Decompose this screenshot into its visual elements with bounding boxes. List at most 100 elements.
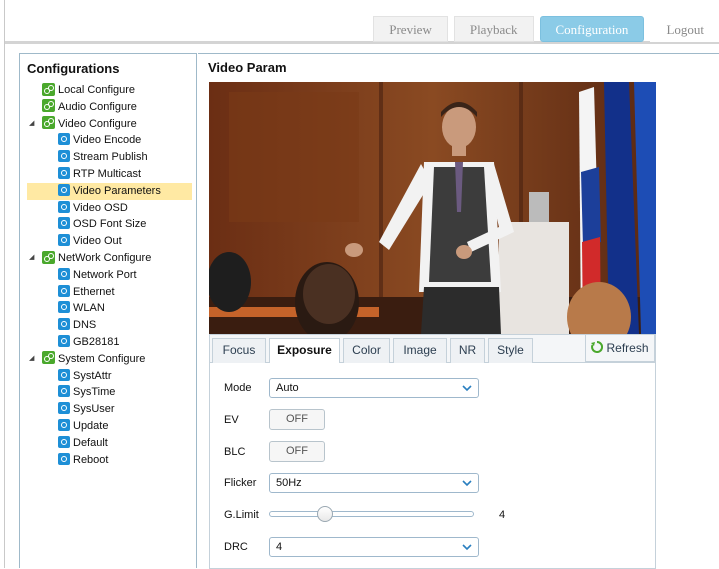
sidebar-item-label: SysTime bbox=[73, 386, 116, 399]
sidebar-item-video-out[interactable]: Video Out bbox=[20, 233, 196, 250]
nav-configuration-button[interactable]: Configuration bbox=[539, 16, 645, 42]
sidebar-item-wlan[interactable]: WLAN bbox=[20, 300, 196, 317]
sidebar-item-ethernet[interactable]: Ethernet bbox=[20, 284, 196, 301]
sidebar-item-label: Stream Publish bbox=[73, 151, 148, 164]
sidebar-item-network-configure[interactable]: ◢ NetWork Configure bbox=[20, 250, 196, 267]
blue-gear-icon bbox=[58, 368, 70, 381]
expand-toggle-icon[interactable]: ◢ bbox=[29, 250, 34, 267]
mode-label: Mode bbox=[224, 382, 252, 394]
nav-logout-button[interactable]: Logout bbox=[650, 16, 719, 42]
sidebar-item-label: Network Port bbox=[73, 268, 137, 281]
sidebar-item-osd-font-size[interactable]: OSD Font Size bbox=[20, 216, 196, 233]
sidebar-item-gb28181[interactable]: GB28181 bbox=[20, 334, 196, 351]
sidebar-item-stream-publish[interactable]: Stream Publish bbox=[20, 149, 196, 166]
glimit-value: 4 bbox=[499, 509, 506, 521]
sidebar-item-reboot[interactable]: Reboot bbox=[20, 452, 196, 469]
sidebar-item-label: OSD Font Size bbox=[73, 218, 147, 231]
sidebar-item-video-configure[interactable]: ◢ Video Configure bbox=[20, 116, 196, 133]
mode-select[interactable]: Auto bbox=[269, 378, 479, 398]
sidebar-item-systime[interactable]: SysTime bbox=[20, 384, 196, 401]
drc-value: 4 bbox=[276, 541, 283, 553]
video-preview bbox=[209, 82, 656, 334]
blue-gear-icon bbox=[58, 150, 70, 163]
app-frame: Preview Playback Configuration Logout Co… bbox=[4, 0, 719, 569]
expand-toggle-icon[interactable]: ◢ bbox=[29, 351, 34, 368]
glimit-label: G.Limit bbox=[224, 509, 259, 521]
tab-style[interactable]: Style bbox=[488, 338, 533, 363]
sidebar-item-local-configure[interactable]: Local Configure bbox=[20, 82, 196, 99]
nav-playback-button[interactable]: Playback bbox=[453, 16, 534, 42]
sidebar-item-label: NetWork Configure bbox=[58, 251, 152, 264]
nav-preview-button[interactable]: Preview bbox=[373, 16, 448, 42]
chevron-down-icon bbox=[462, 480, 472, 487]
green-gear-icon bbox=[42, 82, 55, 96]
tab-exposure[interactable]: Exposure bbox=[269, 338, 340, 364]
sidebar-item-label: Video OSD bbox=[73, 201, 128, 214]
refresh-label: Refresh bbox=[606, 341, 649, 355]
blue-gear-icon bbox=[58, 335, 70, 348]
refresh-icon bbox=[591, 341, 604, 354]
sidebar-item-default[interactable]: Default bbox=[20, 435, 196, 452]
sidebar-item-network-port[interactable]: Network Port bbox=[20, 267, 196, 284]
sidebar-item-label: Video Configure bbox=[58, 117, 137, 130]
chevron-down-icon bbox=[462, 385, 472, 392]
tab-color[interactable]: Color bbox=[343, 338, 390, 363]
flicker-select[interactable]: 50Hz bbox=[269, 473, 479, 493]
sidebar-item-video-parameters[interactable]: Video Parameters bbox=[27, 182, 192, 200]
sidebar-item-label: Reboot bbox=[73, 453, 109, 466]
sidebar-item-update[interactable]: Update bbox=[20, 418, 196, 435]
glimit-slider-handle[interactable] bbox=[317, 506, 334, 522]
tab-nr[interactable]: NR bbox=[450, 338, 485, 363]
sidebar-item-systattr[interactable]: SystAttr bbox=[20, 368, 196, 385]
green-gear-icon bbox=[42, 116, 55, 130]
mode-value: Auto bbox=[276, 382, 299, 394]
sidebar-item-audio-configure[interactable]: Audio Configure bbox=[20, 99, 196, 116]
sidebar-item-sysuser[interactable]: SysUser bbox=[20, 401, 196, 418]
blue-gear-icon bbox=[58, 217, 70, 230]
blue-gear-icon bbox=[58, 133, 70, 146]
ev-toggle-button[interactable]: OFF bbox=[269, 409, 325, 430]
video-param-tabs: Focus Exposure Color Image NR Style Refr… bbox=[209, 334, 656, 364]
sidebar-item-label: GB28181 bbox=[73, 335, 120, 348]
glimit-slider[interactable] bbox=[269, 506, 474, 522]
sidebar-item-label: Default bbox=[73, 436, 108, 449]
refresh-button[interactable]: Refresh bbox=[585, 334, 655, 362]
exposure-panel: Mode Auto EV OFF BLC OFF Flicker 50Hz G.… bbox=[209, 363, 656, 569]
sidebar-item-label: Ethernet bbox=[73, 285, 115, 298]
flicker-value: 50Hz bbox=[276, 477, 302, 489]
green-gear-icon bbox=[42, 99, 55, 113]
blue-gear-icon bbox=[58, 183, 70, 196]
sidebar-title: Configurations bbox=[27, 61, 120, 76]
blue-gear-icon bbox=[58, 234, 70, 247]
sidebar-item-label: SysUser bbox=[73, 403, 115, 416]
config-sidebar: Configurations Local Configure Audio Conf… bbox=[19, 53, 197, 568]
tab-focus[interactable]: Focus bbox=[212, 338, 266, 363]
flicker-label: Flicker bbox=[224, 477, 257, 489]
sidebar-item-label: Video Out bbox=[73, 235, 122, 248]
green-gear-icon bbox=[42, 351, 55, 365]
blue-gear-icon bbox=[58, 385, 70, 398]
blue-gear-icon bbox=[58, 267, 70, 280]
sidebar-item-video-osd[interactable]: Video OSD bbox=[20, 200, 196, 217]
sidebar-item-label: DNS bbox=[73, 319, 97, 332]
sidebar-item-label: WLAN bbox=[73, 302, 105, 315]
sidebar-item-label: SystAttr bbox=[73, 369, 112, 382]
sidebar-item-label: System Configure bbox=[58, 352, 146, 365]
drc-select[interactable]: 4 bbox=[269, 537, 479, 557]
sidebar-item-system-configure[interactable]: ◢ System Configure bbox=[20, 351, 196, 368]
main-panel: Video Param Focus Exposure Color Image N… bbox=[198, 53, 719, 569]
config-tree: Local Configure Audio Configure ◢ Video Con… bbox=[20, 82, 196, 468]
blc-toggle-button[interactable]: OFF bbox=[269, 441, 325, 462]
sidebar-item-label: Video Parameters bbox=[73, 184, 161, 197]
expand-toggle-icon[interactable]: ◢ bbox=[29, 116, 34, 133]
sidebar-item-label: Video Encode bbox=[73, 134, 142, 147]
tab-image[interactable]: Image bbox=[393, 338, 447, 363]
blue-gear-icon bbox=[58, 435, 70, 448]
sidebar-item-rtp-multicast[interactable]: RTP Multicast bbox=[20, 166, 196, 183]
chevron-down-icon bbox=[462, 544, 472, 551]
blue-gear-icon bbox=[58, 284, 70, 297]
sidebar-item-video-encode[interactable]: Video Encode bbox=[20, 132, 196, 149]
sidebar-item-dns[interactable]: DNS bbox=[20, 317, 196, 334]
blue-gear-icon bbox=[58, 318, 70, 331]
ev-label: EV bbox=[224, 414, 239, 426]
